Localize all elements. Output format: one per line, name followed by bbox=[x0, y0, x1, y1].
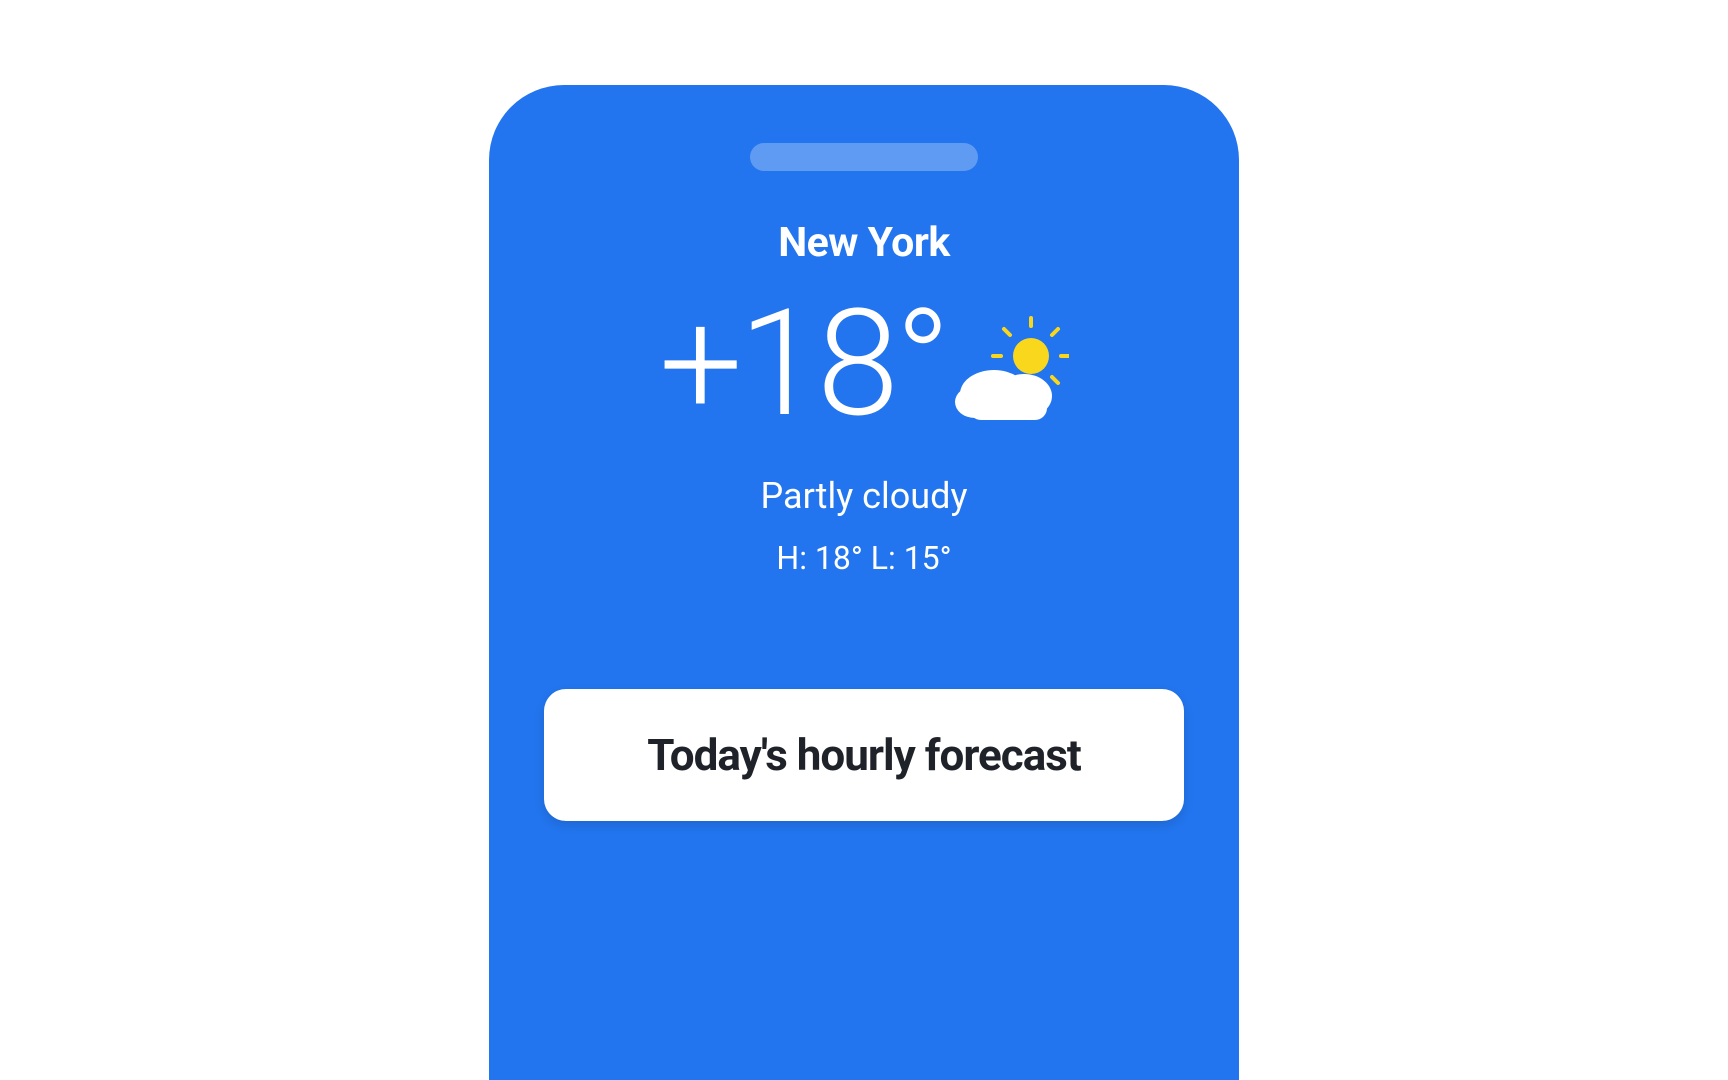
phone-frame: New York +18° bbox=[489, 85, 1239, 1080]
high-low-temperature: H: 18° L: 15° bbox=[776, 539, 951, 577]
temperature-row: +18° bbox=[659, 291, 1069, 439]
weather-summary: New York +18° bbox=[489, 219, 1239, 577]
forecast-card-title: Today's hourly forecast bbox=[564, 729, 1164, 781]
drag-handle[interactable] bbox=[750, 143, 978, 171]
weather-condition: Partly cloudy bbox=[761, 475, 968, 517]
partly-cloudy-icon bbox=[949, 314, 1069, 434]
current-temperature: +18° bbox=[659, 291, 947, 439]
city-name: New York bbox=[778, 219, 950, 267]
hourly-forecast-card[interactable]: Today's hourly forecast bbox=[544, 689, 1184, 821]
